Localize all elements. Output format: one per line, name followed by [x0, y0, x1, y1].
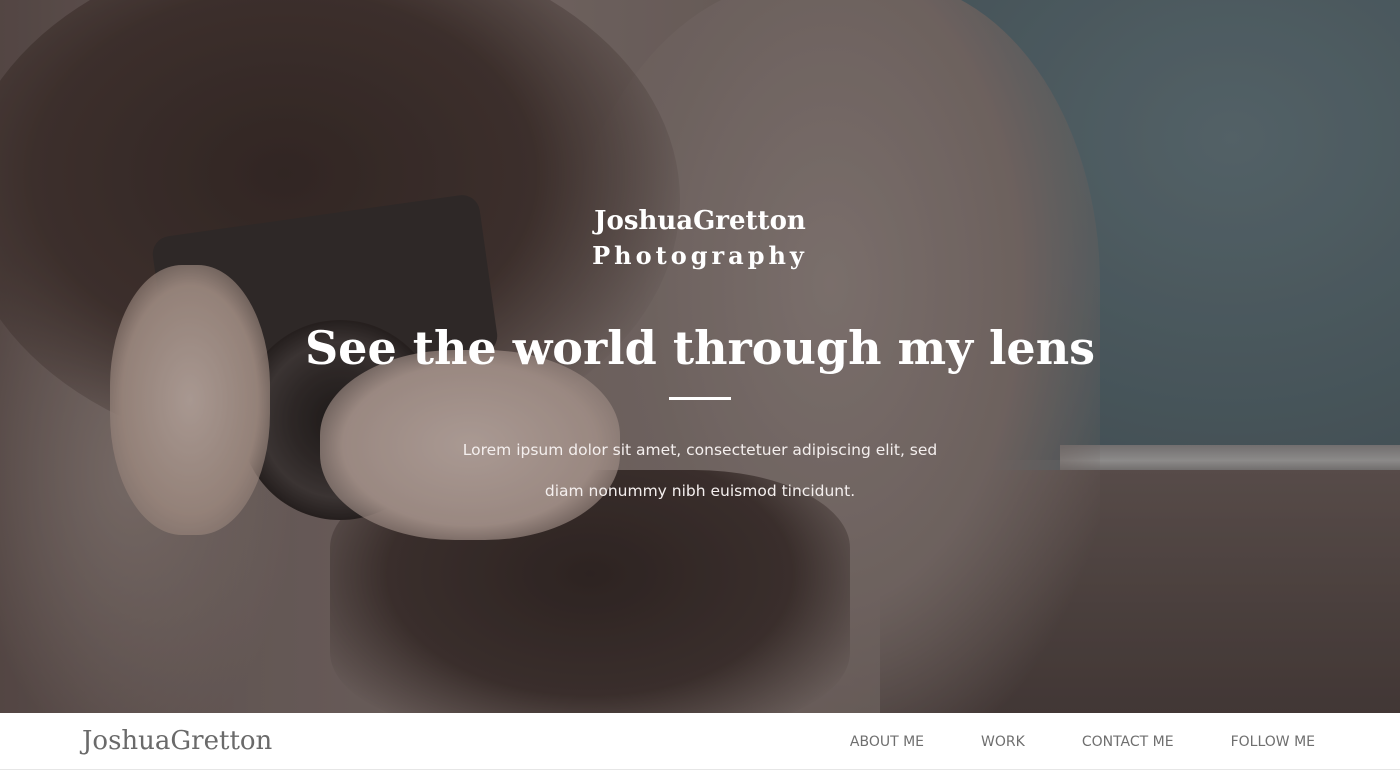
hero-content: JoshuaGretton Photography See the world … [0, 0, 1400, 713]
hero-section: JoshuaGretton Photography See the world … [0, 0, 1400, 713]
nav-links: ABOUT ME WORK CONTACT ME FOLLOW ME [850, 713, 1315, 770]
nav-link-about-me[interactable]: ABOUT ME [850, 734, 924, 750]
nav-logo[interactable]: JoshuaGretton [82, 725, 272, 757]
hero-headline: See the world through my lens [304, 321, 1096, 375]
nav-link-contact-me[interactable]: CONTACT ME [1082, 734, 1174, 750]
headline-divider [669, 397, 731, 400]
hero-description: Lorem ipsum dolor sit amet, consectetuer… [462, 441, 938, 500]
hero-brand-subtitle: Photography [592, 241, 808, 270]
main-navbar: JoshuaGretton ABOUT ME WORK CONTACT ME F… [0, 713, 1400, 770]
nav-link-follow-me[interactable]: FOLLOW ME [1231, 734, 1315, 750]
nav-link-work[interactable]: WORK [981, 734, 1025, 750]
hero-brand-name: JoshuaGretton [594, 206, 806, 236]
